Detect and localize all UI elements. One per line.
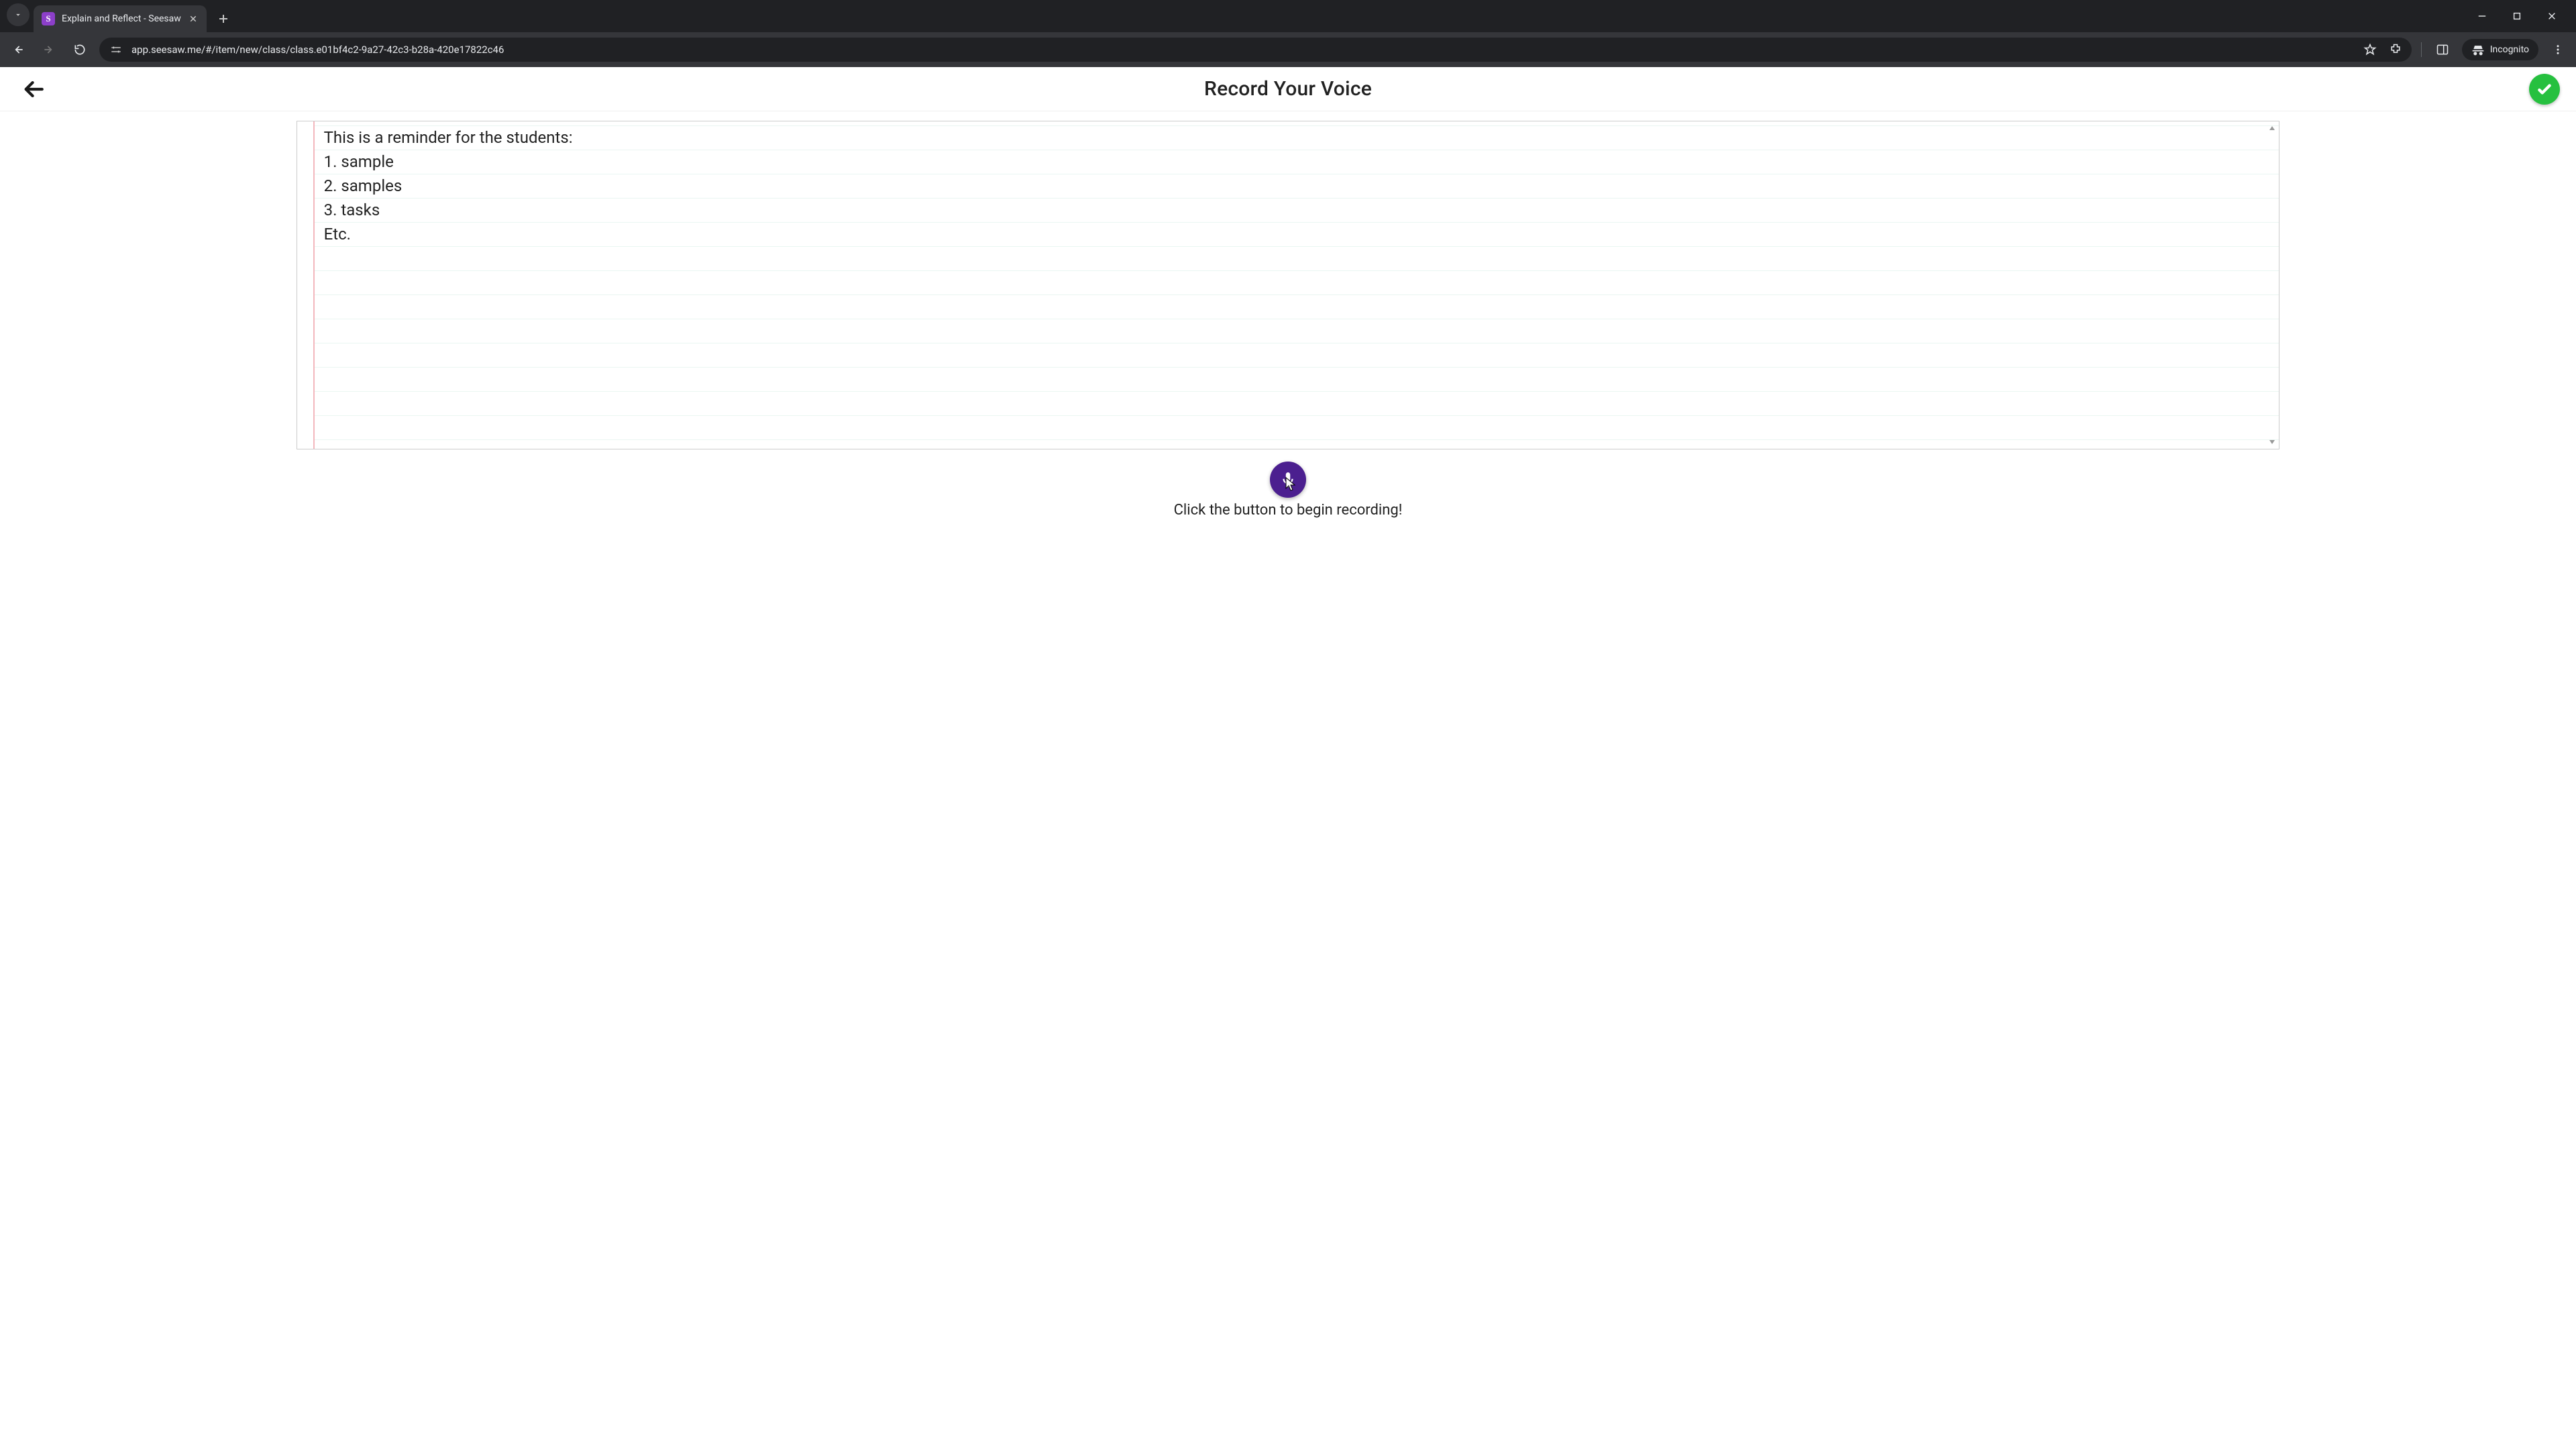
tune-icon xyxy=(110,44,122,56)
tab-strip: S Explain and Reflect - Seesaw xyxy=(0,0,2576,32)
triangle-down-icon xyxy=(2269,439,2275,445)
triangle-up-icon xyxy=(2269,125,2275,131)
window-controls xyxy=(2473,0,2572,32)
browser-toolbar: app.seesaw.me/#/item/new/class/class.e01… xyxy=(0,32,2576,67)
note-card[interactable]: This is a reminder for the students: 1. … xyxy=(297,121,2280,449)
app-page: Record Your Voice This is a reminder for… xyxy=(0,67,2576,1449)
note-scroll-down[interactable] xyxy=(2268,438,2276,446)
url-text: app.seesaw.me/#/item/new/class/class.e01… xyxy=(131,44,2355,56)
window-minimize-button[interactable] xyxy=(2473,7,2491,25)
bookmark-star-icon[interactable] xyxy=(2363,43,2377,56)
kebab-icon xyxy=(2552,44,2564,56)
chevron-down-icon xyxy=(13,10,23,19)
close-icon xyxy=(2547,11,2557,21)
record-caption: Click the button to begin recording! xyxy=(1174,502,1403,519)
browser-tab[interactable]: S Explain and Reflect - Seesaw xyxy=(34,5,207,32)
arrow-left-icon xyxy=(11,43,25,56)
incognito-badge[interactable]: Incognito xyxy=(2462,39,2538,60)
incognito-label: Incognito xyxy=(2490,44,2529,55)
note-scroll-up[interactable] xyxy=(2268,124,2276,132)
tab-favicon: S xyxy=(42,12,55,25)
app-back-button[interactable] xyxy=(19,74,48,104)
arrow-right-icon xyxy=(42,43,56,56)
window-close-button[interactable] xyxy=(2542,7,2561,25)
nav-forward-button[interactable] xyxy=(38,38,60,61)
note-text: This is a reminder for the students: 1. … xyxy=(315,121,2279,449)
extensions-icon[interactable] xyxy=(2389,43,2402,56)
canvas-area: This is a reminder for the students: 1. … xyxy=(0,111,2576,1449)
minimize-icon xyxy=(2477,11,2487,21)
tab-title: Explain and Reflect - Seesaw xyxy=(62,13,181,24)
maximize-icon xyxy=(2512,11,2522,21)
app-header: Record Your Voice xyxy=(0,67,2576,111)
address-bar[interactable]: app.seesaw.me/#/item/new/class/class.e01… xyxy=(99,38,2412,62)
close-icon xyxy=(189,15,197,23)
nav-back-button[interactable] xyxy=(7,38,30,61)
reload-icon xyxy=(73,43,87,56)
arrow-left-icon xyxy=(22,78,45,101)
toolbar-separator xyxy=(2421,42,2422,57)
microphone-icon xyxy=(1279,471,1297,488)
incognito-icon xyxy=(2471,43,2485,56)
plus-icon xyxy=(218,13,229,24)
tab-close-button[interactable] xyxy=(188,13,199,24)
page-title: Record Your Voice xyxy=(1204,77,1372,101)
record-button[interactable] xyxy=(1270,462,1306,498)
panel-icon xyxy=(2436,43,2449,56)
confirm-button[interactable] xyxy=(2529,74,2560,105)
side-panel-button[interactable] xyxy=(2431,38,2454,61)
nav-reload-button[interactable] xyxy=(68,38,91,61)
site-info-button[interactable] xyxy=(109,42,123,57)
tab-search-button[interactable] xyxy=(7,3,30,26)
new-tab-button[interactable] xyxy=(213,9,233,29)
window-maximize-button[interactable] xyxy=(2508,7,2526,25)
browser-chrome: S Explain and Reflect - Seesaw xyxy=(0,0,2576,67)
check-icon xyxy=(2536,80,2553,98)
record-area: Click the button to begin recording! xyxy=(1174,462,1403,519)
browser-menu-button[interactable] xyxy=(2546,38,2569,61)
note-margin xyxy=(297,121,315,449)
